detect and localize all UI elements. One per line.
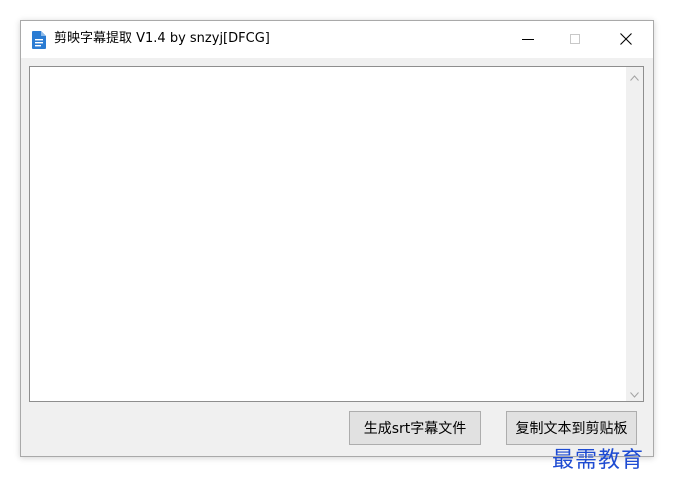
subtitle-text-input[interactable] <box>32 69 623 399</box>
subtitle-text-area[interactable] <box>29 66 644 402</box>
vertical-scrollbar[interactable] <box>626 67 643 401</box>
chevron-down-icon <box>630 383 639 402</box>
screenshot-page: 剪映字幕提取 V1.4 by snzyj[DFCG] 生成srt字幕文件 复制文… <box>0 0 675 489</box>
maximize-icon <box>569 30 581 49</box>
app-window: 剪映字幕提取 V1.4 by snzyj[DFCG] 生成srt字幕文件 复制文… <box>20 20 654 457</box>
scroll-down-button[interactable] <box>626 384 643 401</box>
title-bar[interactable]: 剪映字幕提取 V1.4 by snzyj[DFCG] <box>21 21 653 58</box>
close-icon <box>620 30 632 49</box>
window-title: 剪映字幕提取 V1.4 by snzyj[DFCG] <box>54 31 270 46</box>
scroll-up-button[interactable] <box>626 67 643 84</box>
close-button[interactable] <box>603 21 649 57</box>
minimize-button[interactable] <box>505 21 551 57</box>
watermark-text: 最需教育 <box>552 448 645 473</box>
document-icon <box>32 31 46 49</box>
copy-to-clipboard-button[interactable]: 复制文本到剪贴板 <box>506 411 637 445</box>
maximize-button[interactable] <box>552 21 598 57</box>
minimize-icon <box>522 30 534 49</box>
chevron-up-icon <box>630 66 639 85</box>
generate-srt-button[interactable]: 生成srt字幕文件 <box>349 411 481 445</box>
